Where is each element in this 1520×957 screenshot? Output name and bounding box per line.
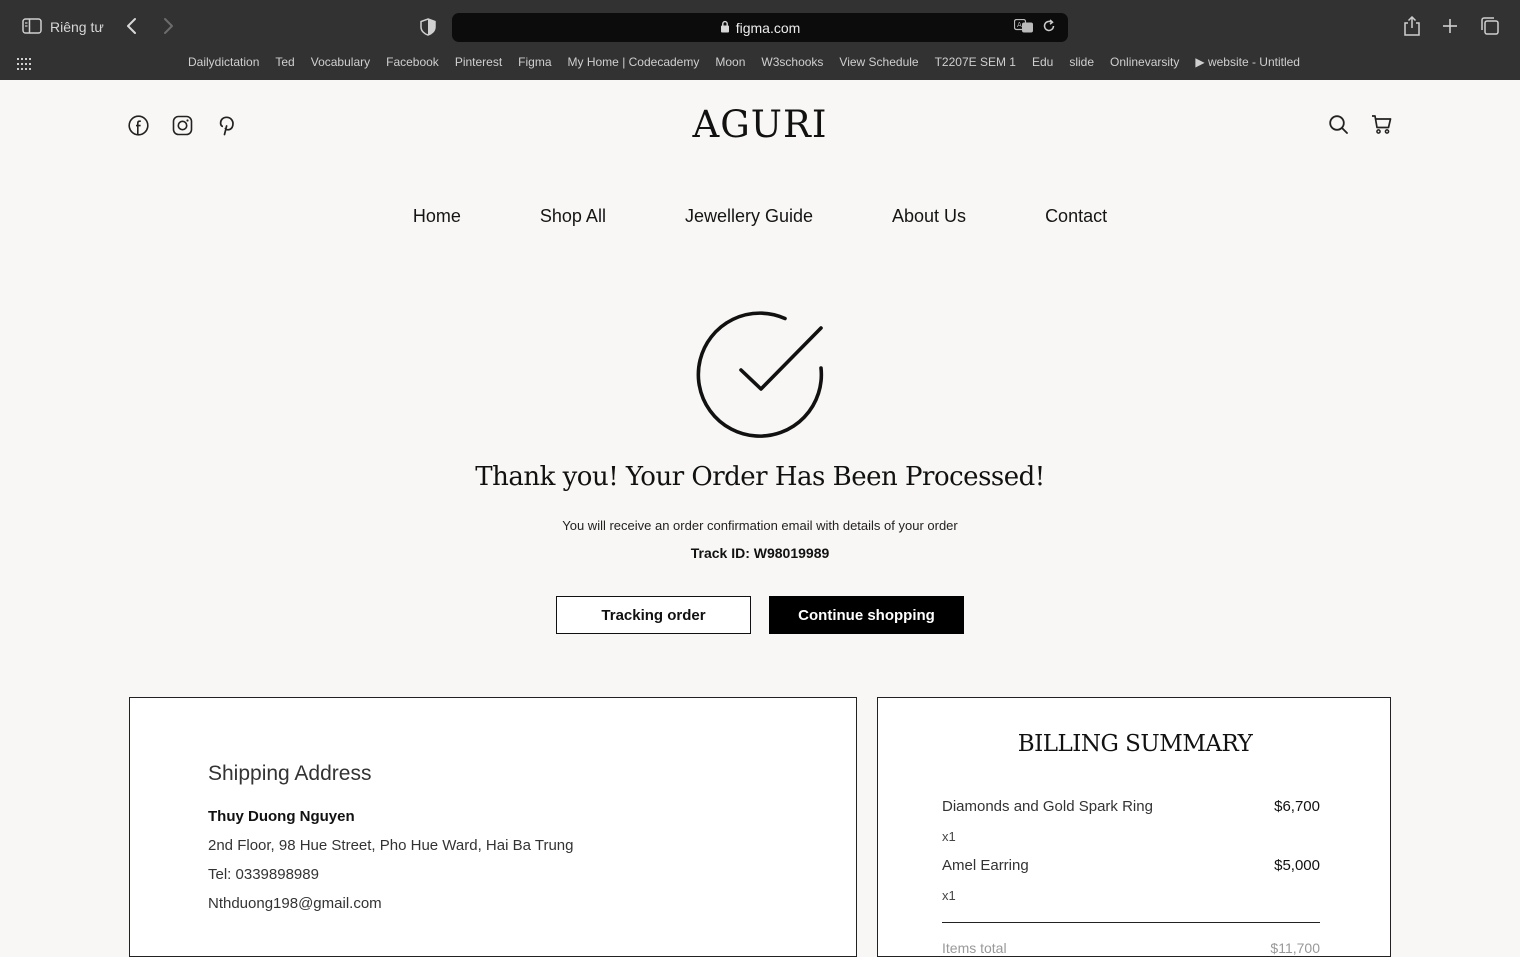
billing-item: Diamonds and Gold Spark Ring $6,700 — [942, 798, 1320, 815]
bookmark-item[interactable]: W3schooks — [753, 55, 831, 69]
main-nav: Home Shop All Jewellery Guide About Us C… — [0, 206, 1520, 227]
nav-home[interactable]: Home — [413, 206, 461, 227]
check-circle-icon — [695, 310, 827, 442]
back-icon[interactable] — [122, 16, 140, 36]
privacy-shield-icon[interactable] — [418, 16, 438, 38]
bookmark-item[interactable]: Moon — [707, 55, 753, 69]
private-browsing-label: Riêng tư — [50, 19, 104, 35]
shipping-email: Nthduong198@gmail.com — [208, 895, 382, 912]
confirmation-subtitle: You will receive an order confirmation e… — [562, 518, 958, 533]
bookmark-item[interactable]: Vocabulary — [303, 55, 378, 69]
billing-divider — [942, 922, 1320, 923]
billing-item-price: $5,000 — [1274, 857, 1320, 874]
social-links — [128, 114, 237, 136]
bookmark-item[interactable]: Facebook — [378, 55, 447, 69]
billing-item-price: $6,700 — [1274, 798, 1320, 815]
bookmark-item[interactable]: Figma — [510, 55, 559, 69]
forward-icon[interactable] — [160, 16, 178, 36]
pinterest-icon[interactable] — [216, 114, 237, 136]
bookmark-item[interactable]: Dailydictation — [180, 55, 267, 69]
apps-grid-icon[interactable] — [17, 57, 31, 70]
reload-icon[interactable] — [1042, 19, 1056, 36]
header-actions — [1328, 114, 1392, 135]
shipping-phone: Tel: 0339898989 — [208, 866, 319, 883]
translate-icon[interactable]: A — [1013, 18, 1034, 36]
bookmark-list: Dailydictation Ted Vocabulary Facebook P… — [180, 55, 1308, 69]
share-icon[interactable] — [1402, 15, 1422, 37]
nav-shop-all[interactable]: Shop All — [540, 206, 606, 227]
billing-item: Amel Earring $5,000 — [942, 857, 1320, 874]
bookmarks-bar: Dailydictation Ted Vocabulary Facebook P… — [0, 52, 1520, 74]
billing-total-value: $11,700 — [1270, 940, 1320, 956]
shipping-name: Thuy Duong Nguyen — [208, 808, 355, 825]
bookmark-item[interactable]: slide — [1061, 55, 1102, 69]
browser-chrome: Riêng tư figma.com A Dailydictation Ted … — [0, 0, 1520, 80]
bookmark-item[interactable]: My Home | Codecademy — [560, 55, 708, 69]
facebook-icon[interactable] — [128, 114, 149, 136]
sidebar-toggle-icon[interactable] — [22, 17, 42, 35]
billing-item-name: Diamonds and Gold Spark Ring — [942, 798, 1153, 815]
lock-icon — [720, 20, 730, 36]
nav-about-us[interactable]: About Us — [892, 206, 966, 227]
tracking-order-button[interactable]: Tracking order — [556, 596, 751, 634]
browser-toolbar: Riêng tư figma.com A — [0, 0, 1520, 52]
nav-contact[interactable]: Contact — [1045, 206, 1107, 227]
shipping-address-card: Shipping Address Thuy Duong Nguyen 2nd F… — [129, 697, 857, 957]
new-tab-icon[interactable] — [1440, 16, 1460, 36]
shipping-title: Shipping Address — [208, 762, 372, 785]
address-bar[interactable]: figma.com A — [452, 13, 1068, 42]
nav-jewellery-guide[interactable]: Jewellery Guide — [685, 206, 813, 227]
bookmark-item[interactable]: Onlinevarsity — [1102, 55, 1187, 69]
tab-overview-icon[interactable] — [1480, 16, 1500, 36]
site-logo[interactable]: AGURI — [660, 103, 860, 146]
svg-text:A: A — [1017, 21, 1022, 29]
track-id: Track ID: W98019989 — [690, 545, 830, 561]
search-icon[interactable] — [1328, 114, 1349, 135]
billing-item-qty: x1 — [942, 829, 956, 844]
billing-item-qty: x1 — [942, 888, 956, 903]
billing-item-name: Amel Earring — [942, 857, 1029, 874]
continue-shopping-button[interactable]: Continue shopping — [769, 596, 964, 634]
bookmark-item[interactable]: Pinterest — [447, 55, 510, 69]
shipping-address: 2nd Floor, 98 Hue Street, Pho Hue Ward, … — [208, 837, 574, 854]
billing-total-row: Items total $11,700 — [942, 940, 1320, 956]
bookmark-item[interactable]: Edu — [1024, 55, 1061, 69]
bookmark-item[interactable]: Ted — [267, 55, 302, 69]
bookmark-item[interactable]: View Schedule — [831, 55, 926, 69]
cart-icon[interactable] — [1371, 114, 1392, 135]
bookmark-item[interactable]: ▶ website - Untitled — [1187, 55, 1308, 69]
instagram-icon[interactable] — [172, 114, 193, 136]
url-text: figma.com — [735, 19, 801, 36]
billing-total-label: Items total — [942, 940, 1007, 956]
billing-summary-card: BILLING SUMMARY Diamonds and Gold Spark … — [877, 697, 1391, 957]
bookmark-item[interactable]: T2207E SEM 1 — [927, 55, 1024, 69]
billing-title: BILLING SUMMARY — [1017, 731, 1253, 757]
confirmation-title: Thank you! Your Order Has Been Processed… — [475, 462, 1045, 492]
